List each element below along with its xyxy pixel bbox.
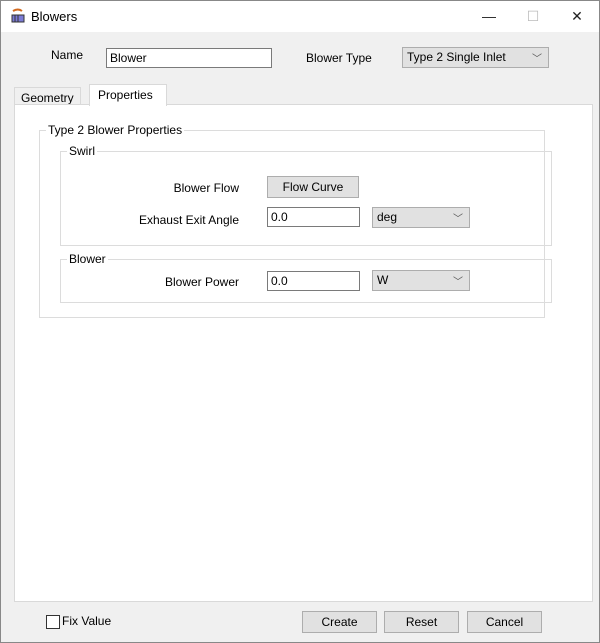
blower-app-icon (11, 8, 25, 23)
chevron-down-icon: ﹀ (453, 214, 463, 225)
title-bar: Blowers — ☐ ✕ (1, 1, 599, 32)
create-button[interactable]: Create (302, 611, 377, 633)
chevron-down-icon: ﹀ (453, 277, 463, 288)
cancel-button[interactable]: Cancel (467, 611, 542, 633)
angle-unit-select[interactable]: deg ﹀ (372, 207, 470, 228)
blower-group: Blower Blower Power W﹀ (60, 252, 552, 303)
blower-power-label: Blower Power (164, 275, 239, 289)
name-input[interactable] (106, 48, 272, 68)
close-button[interactable]: ✕ (555, 5, 599, 27)
blower-power-input[interactable] (267, 271, 360, 291)
exhaust-exit-angle-input[interactable] (267, 207, 360, 227)
swirl-title: Swirl (67, 144, 97, 158)
fix-value-label: Fix Value (62, 614, 112, 628)
blowers-dialog: Blowers — ☐ ✕ Name Blower Type Type 2 Si… (0, 0, 600, 643)
power-unit-select[interactable]: W ﹀ (372, 270, 470, 291)
exhaust-exit-angle-label: Exhaust Exit Angle (138, 213, 239, 227)
window-title: Blowers (31, 9, 78, 24)
maximize-button[interactable]: ☐ (511, 5, 555, 27)
flow-curve-button[interactable]: Flow Curve (267, 176, 359, 198)
minimize-button[interactable]: — (467, 5, 511, 27)
blower-type-label: Blower Type (306, 51, 372, 65)
blower-type-value: Type 2 Single Inlet (407, 50, 506, 64)
name-label: Name (51, 48, 84, 62)
type2-properties-group: Type 2 Blower Properties Swirl Blower Fl… (39, 123, 552, 318)
blower-type-select[interactable]: Type 2 Single Inlet ﹀ (402, 47, 549, 68)
blower-flow-label: Blower Flow (173, 181, 239, 195)
group-title: Type 2 Blower Properties (46, 123, 185, 137)
reset-button[interactable]: Reset (384, 611, 459, 633)
chevron-down-icon: ﹀ (532, 54, 542, 65)
fix-value-checkbox[interactable] (46, 615, 60, 629)
blower-title: Blower (67, 252, 108, 266)
swirl-group: Swirl Blower Flow Flow Curve Exhaust Exi… (60, 144, 552, 246)
power-unit-value: W (377, 273, 389, 287)
properties-tab-page: Type 2 Blower Properties Swirl Blower Fl… (14, 104, 593, 602)
angle-unit-value: deg (377, 210, 398, 224)
tab-properties[interactable]: Properties (89, 84, 167, 106)
